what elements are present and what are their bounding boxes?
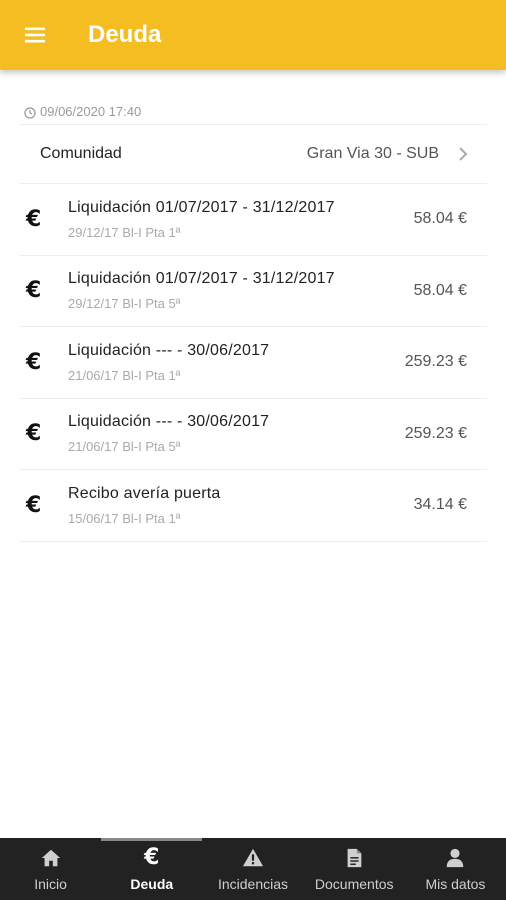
debt-subtitle: 21/06/17 Bl-I Pta 1ª — [68, 367, 181, 383]
nav-item-deuda[interactable]: € Deuda — [101, 838, 203, 900]
nav-label-deuda: Deuda — [130, 876, 174, 892]
debt-item[interactable]: € Liquidación --- - 30/06/2017 21/06/17 … — [20, 399, 487, 470]
bottom-navigation: Inicio € Deuda Incidencias Documentos Mi… — [0, 838, 506, 900]
community-value: Gran Via 30 - SUB — [306, 145, 439, 162]
euro-icon: € — [26, 349, 42, 375]
nav-item-incidencias[interactable]: Incidencias — [202, 838, 303, 900]
community-label: Comunidad — [40, 145, 122, 162]
home-icon — [41, 849, 60, 867]
nav-label-mis-datos: Mis datos — [425, 876, 486, 892]
document-icon — [347, 848, 362, 868]
euro-icon: € — [26, 278, 42, 304]
page-title: Deuda — [88, 21, 162, 48]
app-bar: Deuda — [0, 0, 506, 70]
nav-item-documentos[interactable]: Documentos — [304, 838, 405, 900]
nav-label-documentos: Documentos — [314, 876, 394, 892]
debt-amount: 34.14 € — [413, 496, 467, 514]
hamburger-menu-icon — [25, 27, 45, 43]
debt-subtitle: 29/12/17 Bl-I Pta 5ª — [68, 296, 181, 312]
last-update: 09/06/2020 17:40 — [20, 70, 487, 125]
nav-item-mis-datos[interactable]: Mis datos — [405, 838, 506, 900]
debt-title: Liquidación 01/07/2017 - 31/12/2017 — [68, 198, 335, 216]
main-content: 09/06/2020 17:40 Comunidad Gran Via 30 -… — [20, 70, 487, 542]
nav-label-incidencias: Incidencias — [217, 876, 289, 892]
community-selector[interactable]: Comunidad Gran Via 30 - SUB — [20, 125, 487, 184]
nav-item-inicio[interactable]: Inicio — [0, 838, 101, 900]
debt-title: Liquidación --- - 30/06/2017 — [68, 413, 270, 431]
debt-amount: 58.04 € — [413, 210, 467, 228]
warning-icon — [242, 848, 264, 867]
debt-amount: 259.23 € — [404, 353, 467, 371]
debt-item[interactable]: € Liquidación --- - 30/06/2017 21/06/17 … — [20, 327, 487, 399]
debt-amount: 259.23 € — [404, 424, 467, 442]
euro-icon: € — [144, 845, 160, 870]
clock-icon — [24, 107, 36, 119]
nav-label-inicio: Inicio — [34, 876, 67, 892]
euro-icon: € — [26, 492, 42, 518]
debt-item[interactable]: € Liquidación 01/07/2017 - 31/12/2017 29… — [20, 256, 487, 327]
euro-icon: € — [26, 421, 42, 447]
debt-title: Liquidación 01/07/2017 - 31/12/2017 — [68, 270, 335, 288]
debt-item[interactable]: € Recibo avería puerta 15/06/17 Bl-I Pta… — [20, 470, 487, 542]
debt-title: Liquidación --- - 30/06/2017 — [68, 341, 270, 359]
debt-subtitle: 21/06/17 Bl-I Pta 5ª — [68, 439, 181, 455]
debt-item[interactable]: € Liquidación 01/07/2017 - 31/12/2017 29… — [20, 184, 487, 256]
debt-amount: 58.04 € — [413, 281, 467, 299]
chevron-right-icon — [459, 147, 468, 161]
debt-title: Recibo avería puerta — [68, 484, 221, 502]
user-icon — [447, 848, 464, 868]
timestamp-text: 09/06/2020 17:40 — [40, 104, 142, 119]
debt-subtitle: 15/06/17 Bl-I Pta 1ª — [68, 510, 181, 526]
euro-icon: € — [26, 206, 42, 232]
menu-button[interactable] — [0, 0, 70, 70]
debt-subtitle: 29/12/17 Bl-I Pta 1ª — [68, 224, 181, 240]
